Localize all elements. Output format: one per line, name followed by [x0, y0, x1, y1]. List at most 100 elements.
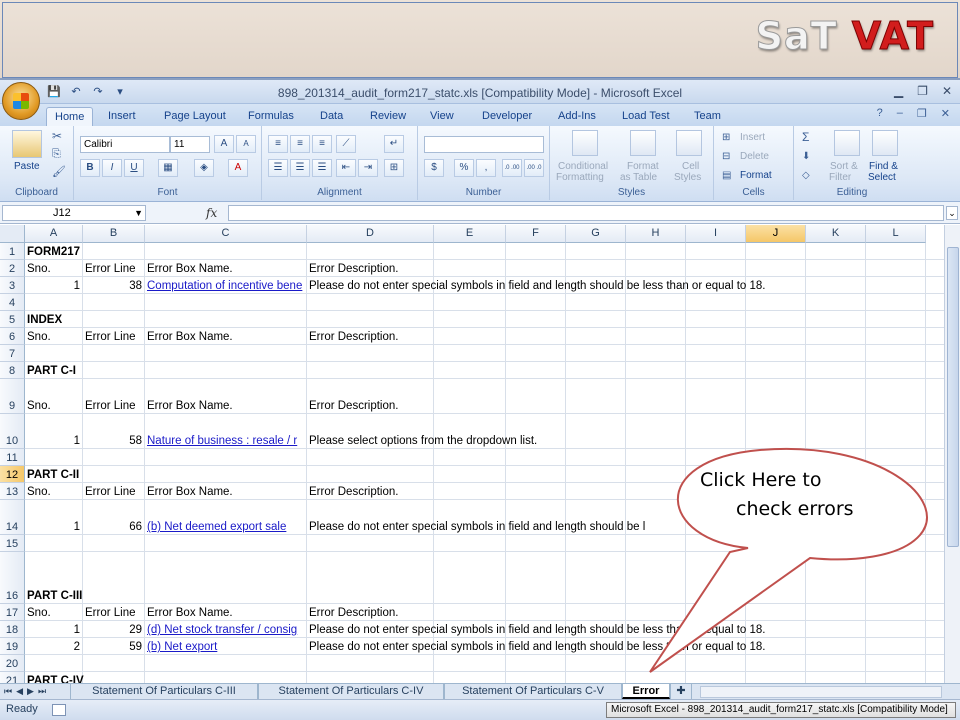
scroll-thumb[interactable] — [947, 247, 959, 547]
row-header-15[interactable]: 15 — [0, 535, 25, 552]
italic-button[interactable]: I — [102, 159, 122, 177]
conditional-formatting-label1[interactable]: Conditional — [558, 161, 608, 172]
last-sheet-icon[interactable]: ⏭ — [38, 684, 46, 699]
insert-cells-icon[interactable]: ⊞ — [722, 132, 730, 143]
column-header-f[interactable]: F — [506, 225, 566, 243]
format-cells-button[interactable]: Format — [740, 170, 772, 181]
expand-formula-bar-icon[interactable]: ⌄ — [946, 206, 958, 220]
sheet-tab-c-iii[interactable]: Statement Of Particulars C-III — [70, 684, 258, 699]
bold-button[interactable]: B — [80, 159, 100, 177]
sort-filter-icon[interactable] — [834, 130, 860, 156]
formula-input[interactable] — [228, 205, 944, 221]
clear-icon[interactable]: ◇ — [802, 170, 810, 181]
row-header-20[interactable]: 20 — [0, 655, 25, 672]
tab-add-ins[interactable]: Add-Ins — [550, 107, 604, 126]
tab-load-test[interactable]: Load Test — [614, 107, 678, 126]
font-color-icon[interactable]: A — [228, 159, 248, 177]
tab-insert[interactable]: Insert — [100, 107, 144, 126]
error-box-link[interactable]: Nature of business : resale / r — [147, 434, 306, 448]
orientation-icon[interactable]: ⟋ — [336, 135, 356, 153]
align-bottom-icon[interactable]: ≡ — [312, 135, 332, 153]
column-header-d[interactable]: D — [307, 225, 434, 243]
row-header-11[interactable]: 11 — [0, 449, 25, 466]
chevron-down-icon[interactable]: ▼ — [134, 206, 143, 220]
error-box-link[interactable]: Computation of incentive bene — [147, 279, 306, 293]
workbook-minimize-icon[interactable]: – — [897, 107, 903, 120]
conditional-formatting-label2[interactable]: Formatting — [556, 172, 604, 183]
prev-sheet-icon[interactable]: ◀ — [16, 684, 23, 699]
column-header-i[interactable]: I — [686, 225, 746, 243]
sheet-tab-c-iv[interactable]: Statement Of Particulars C-IV — [258, 684, 444, 699]
align-right-icon[interactable]: ☰ — [312, 159, 332, 177]
borders-icon[interactable]: ▦ — [158, 159, 178, 177]
paste-icon[interactable] — [12, 130, 42, 158]
column-header-j[interactable]: J — [746, 225, 806, 243]
column-header-l[interactable]: L — [866, 225, 926, 243]
error-box-link[interactable]: (b) Net deemed export sale — [147, 520, 306, 534]
cell-styles-icon[interactable] — [676, 130, 702, 156]
row-header-13[interactable]: 13 — [0, 483, 25, 500]
percent-button[interactable]: % — [454, 159, 474, 177]
find-select-label2[interactable]: Select — [868, 172, 896, 183]
close-button[interactable]: ✕ — [942, 84, 952, 98]
shrink-font-button[interactable]: A — [236, 135, 256, 153]
row-header-18[interactable]: 18 — [0, 621, 25, 638]
row-header-12[interactable]: 12 — [0, 466, 25, 483]
tab-data[interactable]: Data — [312, 107, 351, 126]
tab-page-layout[interactable]: Page Layout — [156, 107, 234, 126]
autosum-icon[interactable]: Σ — [802, 131, 809, 143]
column-header-a[interactable]: A — [25, 225, 83, 243]
column-header-e[interactable]: E — [434, 225, 506, 243]
macro-record-icon[interactable] — [52, 704, 66, 716]
format-painter-icon[interactable]: 🖌 — [52, 167, 66, 178]
decrease-decimal-button[interactable]: .00 .0 — [524, 159, 544, 177]
column-header-c[interactable]: C — [145, 225, 307, 243]
row-header-5[interactable]: 5 — [0, 311, 25, 328]
insert-cells-button[interactable]: Insert — [740, 132, 765, 143]
row-header-1[interactable]: 1 — [0, 243, 25, 260]
cut-icon[interactable]: ✂ — [52, 130, 62, 142]
column-header-h[interactable]: H — [626, 225, 686, 243]
row-header-7[interactable]: 7 — [0, 345, 25, 362]
row-header-2[interactable]: 2 — [0, 260, 25, 277]
row-header-17[interactable]: 17 — [0, 604, 25, 621]
delete-cells-icon[interactable]: ⊟ — [722, 151, 730, 162]
align-middle-icon[interactable]: ≡ — [290, 135, 310, 153]
office-button[interactable] — [2, 82, 40, 120]
workbook-close-icon[interactable]: ✕ — [941, 107, 950, 120]
row-header-21[interactable]: 21 — [0, 672, 25, 683]
sheet-tab-error[interactable]: Error — [622, 684, 670, 699]
workbook-restore-icon[interactable]: ❐ — [917, 107, 927, 120]
row-header-10[interactable]: 10 — [0, 414, 25, 449]
name-box[interactable]: J12 ▼ — [2, 205, 146, 221]
format-as-table-label2[interactable]: as Table — [620, 172, 657, 183]
row-header-16[interactable]: 16 — [0, 552, 25, 604]
tab-home[interactable]: Home — [46, 107, 94, 126]
format-as-table-label1[interactable]: Format — [627, 161, 659, 172]
grow-font-button[interactable]: A — [214, 135, 234, 153]
format-as-table-icon[interactable] — [630, 130, 656, 156]
sort-filter-label1[interactable]: Sort & — [830, 161, 858, 172]
align-top-icon[interactable]: ≡ — [268, 135, 288, 153]
error-box-link[interactable]: (d) Net stock transfer / consig — [147, 623, 306, 637]
row-header-9[interactable]: 9 — [0, 379, 25, 414]
help-icon[interactable]: ? — [877, 107, 883, 120]
delete-cells-button[interactable]: Delete — [740, 151, 769, 162]
row-header-14[interactable]: 14 — [0, 500, 25, 535]
currency-button[interactable]: $ — [424, 159, 444, 177]
increase-indent-icon[interactable]: ⇥ — [358, 159, 378, 177]
find-select-icon[interactable] — [872, 130, 898, 156]
merge-center-icon[interactable]: ⊞ — [384, 159, 404, 177]
insert-sheet-icon[interactable]: ✚ — [670, 684, 692, 699]
insert-function-icon[interactable]: fx — [206, 206, 217, 220]
first-sheet-icon[interactable]: ⏮ — [4, 684, 12, 699]
sheet-tab-c-v[interactable]: Statement Of Particulars C-V — [444, 684, 622, 699]
column-header-g[interactable]: G — [566, 225, 626, 243]
row-header-6[interactable]: 6 — [0, 328, 25, 345]
tab-team[interactable]: Team — [686, 107, 729, 126]
horizontal-scrollbar[interactable] — [700, 686, 942, 698]
next-sheet-icon[interactable]: ▶ — [27, 684, 34, 699]
copy-icon[interactable]: ⎘ — [52, 149, 61, 160]
cell-styles-label1[interactable]: Cell — [682, 161, 699, 172]
tab-view[interactable]: View — [422, 107, 462, 126]
